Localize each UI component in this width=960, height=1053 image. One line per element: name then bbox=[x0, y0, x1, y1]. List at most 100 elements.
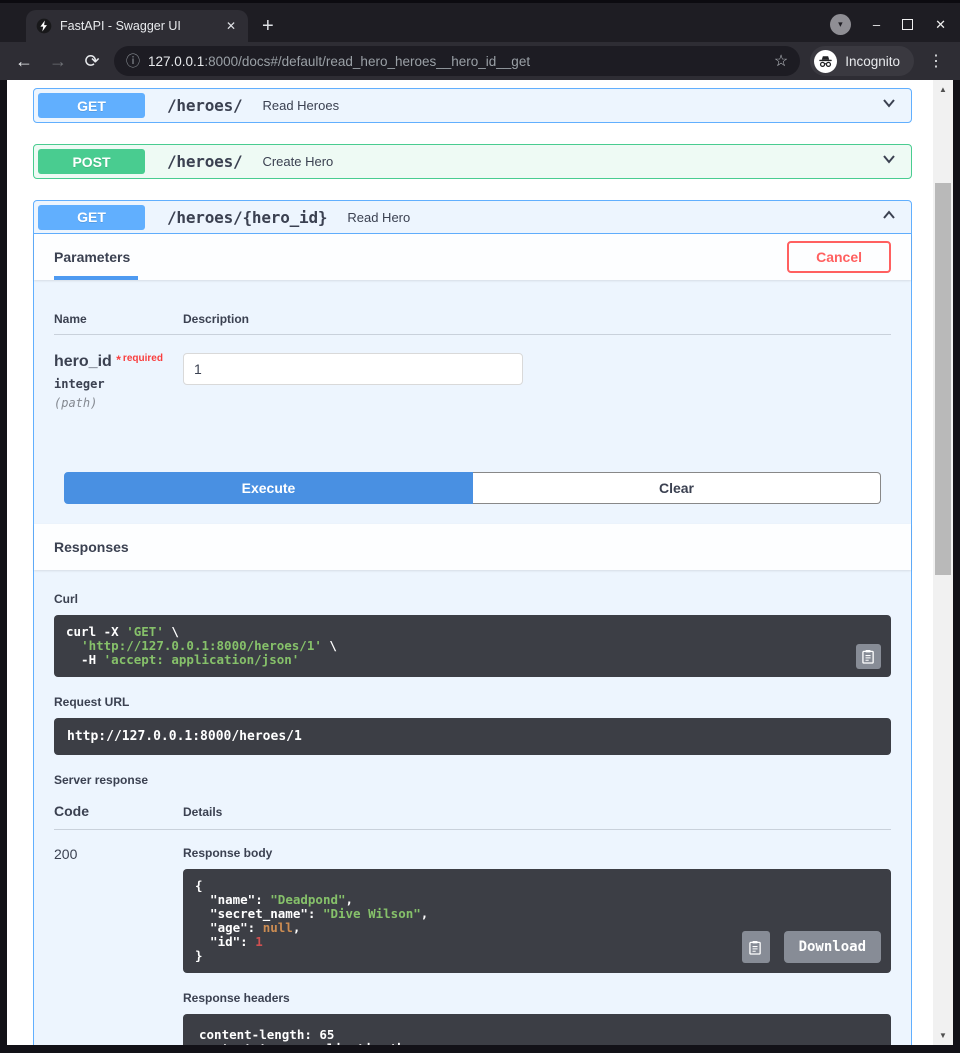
browser-toolbar: ← → ⟳ ⓘ 127.0.0.1:8000/docs#/default/rea… bbox=[0, 42, 960, 80]
maximize-button[interactable] bbox=[902, 19, 914, 30]
code-line: content-type: application/json bbox=[199, 1041, 875, 1045]
request-url-value: http://127.0.0.1:8000/heroes/1 bbox=[54, 718, 891, 755]
viewport: GET /heroes/ Read Heroes POST /heroes/ C… bbox=[0, 80, 960, 1053]
server-response-row: 200 Response body { "name": "Deadpond", … bbox=[54, 830, 891, 1045]
server-response-label: Server response bbox=[54, 773, 149, 787]
parameters-table: Name Description hero_id * required integ… bbox=[34, 280, 911, 410]
column-description: Description bbox=[183, 312, 250, 326]
code-line: -H 'accept: application/json' bbox=[66, 652, 300, 667]
url-path: :8000/docs#/default/read_hero_heroes__he… bbox=[204, 53, 531, 69]
chevron-down-icon[interactable] bbox=[879, 93, 899, 118]
incognito-label: Incognito bbox=[845, 53, 900, 69]
reload-button[interactable]: ⟳ bbox=[80, 51, 104, 72]
required-asterisk: * bbox=[116, 353, 121, 367]
scrollbar-down-icon[interactable]: ▼ bbox=[933, 1031, 953, 1040]
parameters-header: Parameters Cancel bbox=[34, 234, 911, 280]
copy-response-button[interactable] bbox=[741, 931, 770, 963]
parameter-name-text: hero_id bbox=[54, 353, 112, 370]
execute-row: Execute Clear bbox=[34, 472, 911, 504]
response-headers-label: Response headers bbox=[183, 991, 290, 1005]
response-body-label: Response body bbox=[183, 846, 273, 860]
url-host: 127.0.0.1 bbox=[148, 53, 205, 69]
method-badge-get: GET bbox=[38, 93, 145, 118]
response-details: Response body { "name": "Deadpond", "sec… bbox=[183, 846, 891, 1045]
endpoint-path: /heroes/{hero_id} bbox=[167, 207, 328, 227]
code-line: { bbox=[195, 878, 203, 893]
parameter-meta: hero_id * required integer (path) bbox=[54, 353, 183, 410]
clear-button[interactable]: Clear bbox=[473, 472, 881, 504]
response-column-headers: Code Details bbox=[54, 803, 891, 830]
browser-window: FastAPI - Swagger UI ✕ + ▾ – ✕ ← → ⟳ ⓘ 1… bbox=[0, 0, 960, 1053]
page-scrollbar[interactable]: ▲ ▼ bbox=[933, 80, 953, 1045]
response-headers-block: content-length: 65content-type: applicat… bbox=[183, 1014, 891, 1045]
tab-parameters[interactable]: Parameters bbox=[54, 234, 139, 280]
required-label: required bbox=[122, 353, 163, 364]
responses-title: Responses bbox=[54, 539, 129, 555]
parameter-location: (path) bbox=[54, 396, 98, 410]
tab-search-button[interactable]: ▾ bbox=[829, 14, 851, 35]
chevron-up-icon[interactable] bbox=[879, 205, 899, 230]
code-line: content-length: 65 bbox=[199, 1027, 335, 1042]
browser-tab[interactable]: FastAPI - Swagger UI ✕ bbox=[26, 10, 248, 42]
code-line: "secret_name": "Dive Wilson", bbox=[195, 906, 429, 921]
hero-id-input[interactable] bbox=[183, 353, 523, 385]
column-details: Details bbox=[183, 805, 223, 819]
page-info-icon[interactable]: ⓘ bbox=[126, 51, 140, 71]
parameters-column-headers: Name Description bbox=[54, 312, 891, 335]
endpoint-summary: Read Heroes bbox=[262, 98, 340, 113]
chevron-down-icon[interactable] bbox=[879, 149, 899, 174]
parameter-name: hero_id * required bbox=[54, 353, 183, 371]
responses-area: Curl curl -X 'GET' \ 'http://127.0.0.1:8… bbox=[34, 570, 911, 1045]
endpoint-path: /heroes/ bbox=[167, 96, 243, 115]
tab-strip: FastAPI - Swagger UI ✕ + ▾ – ✕ bbox=[0, 0, 960, 42]
opblock-get-heroes: GET /heroes/ Read Heroes bbox=[33, 88, 912, 123]
endpoint-path: /heroes/ bbox=[167, 152, 243, 171]
response-body-actions: Download bbox=[741, 931, 881, 963]
opblock-summary-post-heroes[interactable]: POST /heroes/ Create Hero bbox=[34, 145, 911, 178]
opblock-summary-get-hero-by-id[interactable]: GET /heroes/{hero_id} Read Hero bbox=[34, 201, 911, 234]
scrollbar-up-icon[interactable]: ▲ bbox=[933, 85, 953, 94]
execute-button[interactable]: Execute bbox=[64, 472, 473, 504]
opblock-post-heroes: POST /heroes/ Create Hero bbox=[33, 144, 912, 179]
response-body-block: { "name": "Deadpond", "secret_name": "Di… bbox=[183, 869, 891, 973]
cancel-button[interactable]: Cancel bbox=[787, 241, 891, 273]
close-button[interactable]: ✕ bbox=[935, 18, 946, 31]
parameter-type: integer bbox=[54, 377, 105, 391]
status-code: 200 bbox=[54, 846, 78, 862]
method-badge-get: GET bbox=[38, 204, 145, 230]
endpoint-summary: Create Hero bbox=[262, 154, 334, 169]
bookmark-star-icon[interactable]: ☆ bbox=[774, 51, 788, 71]
fastapi-favicon-icon bbox=[36, 18, 52, 34]
browser-menu-icon[interactable]: ⋮ bbox=[924, 51, 948, 71]
curl-command-block: curl -X 'GET' \ 'http://127.0.0.1:8000/h… bbox=[54, 615, 891, 677]
back-button[interactable]: ← bbox=[12, 51, 36, 72]
code-line: "name": "Deadpond", bbox=[195, 892, 354, 907]
forward-button[interactable]: → bbox=[46, 51, 70, 72]
curl-label: Curl bbox=[54, 592, 78, 606]
method-badge-post: POST bbox=[38, 149, 145, 174]
address-bar[interactable]: ⓘ 127.0.0.1:8000/docs#/default/read_hero… bbox=[114, 46, 801, 76]
minimize-button[interactable]: – bbox=[873, 18, 880, 31]
endpoint-summary: Read Hero bbox=[347, 209, 411, 225]
opblock-get-hero-by-id: GET /heroes/{hero_id} Read Hero Paramete… bbox=[33, 200, 912, 1045]
incognito-icon bbox=[814, 49, 838, 73]
tab-title: FastAPI - Swagger UI bbox=[60, 19, 181, 33]
column-name: Name bbox=[54, 312, 87, 326]
code-line: 'http://127.0.0.1:8000/heroes/1' \ bbox=[81, 638, 337, 653]
column-code: Code bbox=[54, 803, 89, 819]
parameter-row: hero_id * required integer (path) bbox=[54, 335, 891, 410]
scrollbar-thumb[interactable] bbox=[935, 183, 951, 575]
tab-close-icon[interactable]: ✕ bbox=[224, 19, 238, 33]
request-url-label: Request URL bbox=[54, 695, 130, 709]
copy-curl-button[interactable] bbox=[856, 644, 881, 669]
responses-section-header: Responses bbox=[34, 524, 911, 570]
incognito-badge: Incognito bbox=[810, 46, 914, 76]
code-line: curl -X 'GET' \ bbox=[66, 624, 179, 639]
url-text[interactable]: 127.0.0.1:8000/docs#/default/read_hero_h… bbox=[148, 54, 766, 69]
new-tab-button[interactable]: + bbox=[262, 16, 274, 36]
swagger-page: GET /heroes/ Read Heroes POST /heroes/ C… bbox=[7, 80, 933, 1045]
download-button[interactable]: Download bbox=[783, 931, 881, 963]
opblock-summary-get-heroes[interactable]: GET /heroes/ Read Heroes bbox=[34, 89, 911, 122]
parameter-value-cell bbox=[183, 353, 523, 410]
window-controls: ▾ – ✕ bbox=[829, 14, 946, 35]
